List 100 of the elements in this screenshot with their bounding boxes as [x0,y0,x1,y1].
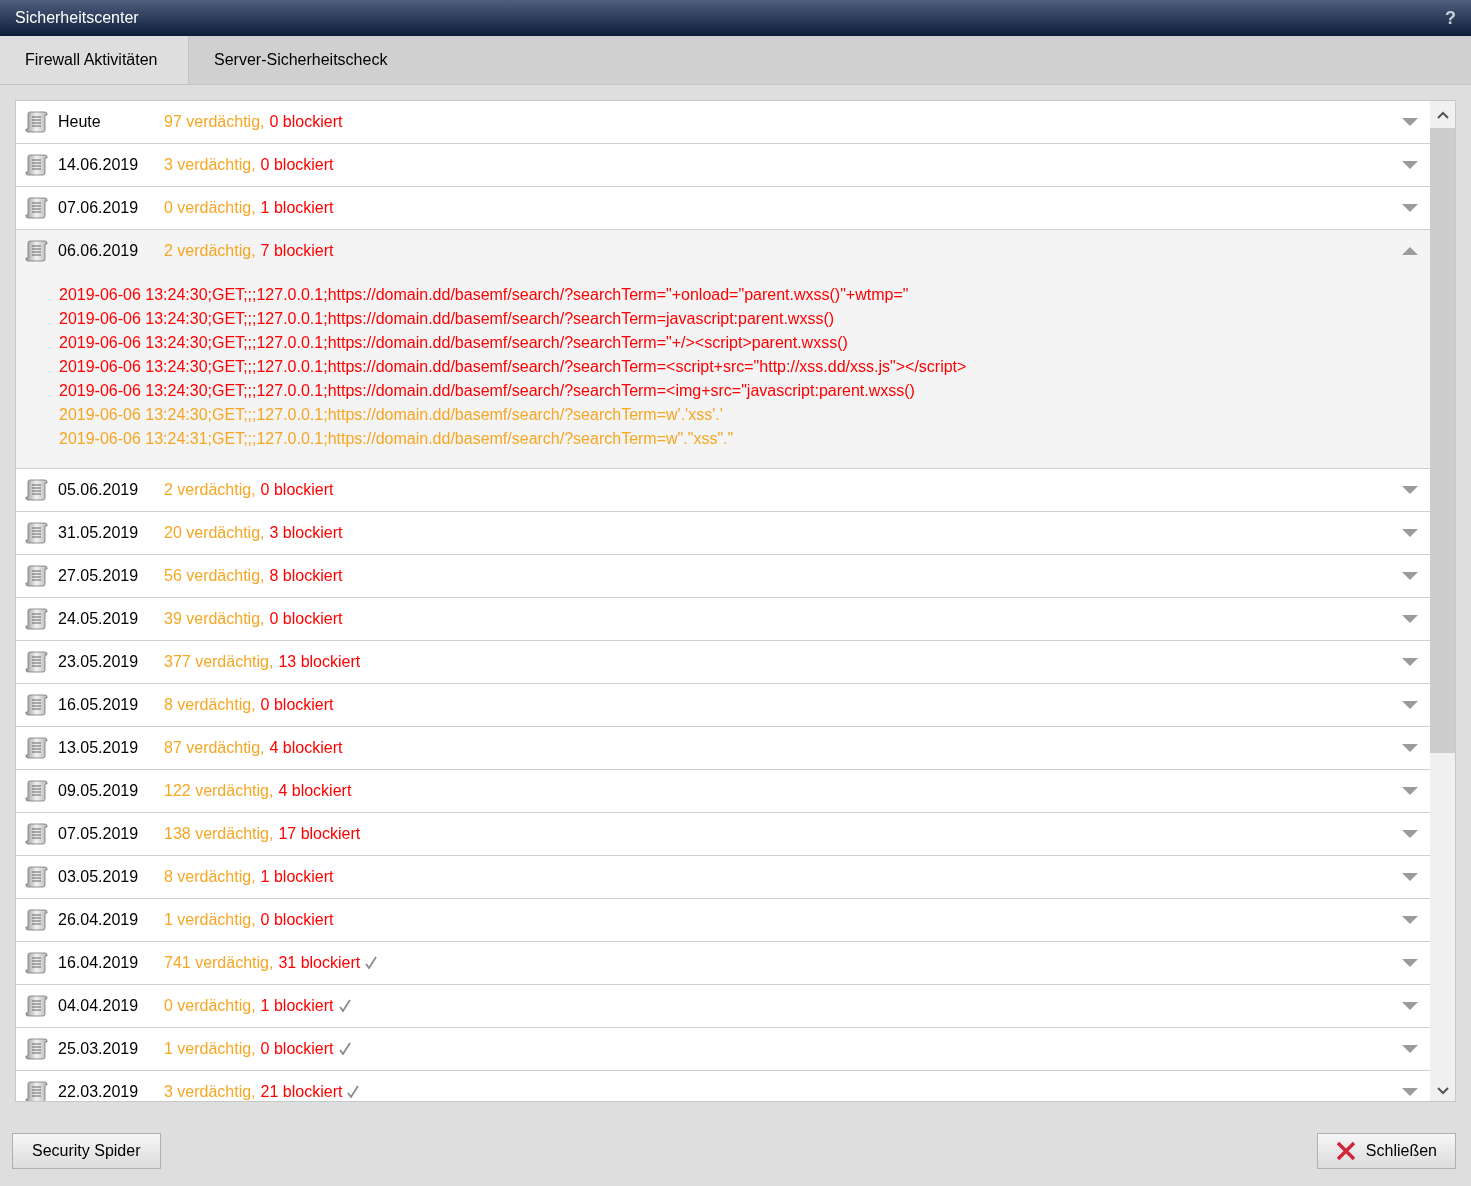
date-label: 07.05.2019 [58,824,140,844]
blocked-count: 0 blockiert [260,155,334,175]
day-row-header[interactable]: 27.05.2019 56 verdächtig, 8 blockiert [16,555,1430,597]
blocked-count: 0 blockiert [260,695,334,715]
suspicious-count: 20 verdächtig, [164,523,265,543]
day-row-header[interactable]: 04.04.2019 0 verdächtig, 1 blockiert [16,985,1430,1027]
expand-arrow-icon[interactable] [1402,744,1418,752]
expand-arrow-icon[interactable] [1402,1002,1418,1010]
scrollbar-thumb[interactable] [1430,128,1455,753]
window-title: Sicherheitscenter [15,8,139,28]
day-row-header[interactable]: 13.05.2019 87 verdächtig, 4 blockiert [16,727,1430,769]
day-row-header[interactable]: 26.04.2019 1 verdächtig, 0 blockiert [16,899,1430,941]
day-row-header[interactable]: 07.06.2019 0 verdächtig, 1 blockiert [16,187,1430,229]
expand-arrow-icon[interactable] [1402,1088,1418,1096]
suspicious-count: 122 verdächtig, [164,781,274,801]
scroll-down-icon[interactable] [1436,1087,1449,1095]
date-label: 25.03.2019 [58,1039,140,1059]
blocked-count: 0 blockiert [260,480,334,500]
close-button[interactable]: Schließen [1316,1133,1456,1169]
date-label: 09.05.2019 [58,781,140,801]
day-row-header[interactable]: 16.05.2019 8 verdächtig, 0 blockiert [16,684,1430,726]
day-row-header[interactable]: 22.03.2019 3 verdächtig, 21 blockiert [16,1071,1430,1101]
expand-arrow-icon[interactable] [1402,161,1418,169]
date-label: 23.05.2019 [58,652,140,672]
log-entry: 2019-06-06 13:24:30;GET;;;127.0.0.1;https://domain.dd/basemf/search/?searchTerm=<script+src="http://xss.dd/xss.js"></script> [59,357,968,377]
scroll-document-icon [25,153,49,177]
expand-arrow-icon[interactable] [1402,658,1418,666]
scroll-document-icon [25,1037,49,1061]
day-row-header[interactable]: 07.05.2019 138 verdächtig, 17 blockiert [16,813,1430,855]
date-label: 07.06.2019 [58,198,140,218]
expand-arrow-icon[interactable] [1402,615,1418,623]
expand-arrow-icon[interactable] [1402,118,1418,126]
scroll-document-icon [25,994,49,1018]
day-row-header[interactable]: 05.06.2019 2 verdächtig, 0 blockiert [16,469,1430,511]
log-entry: 2019-06-06 13:24:30;GET;;;127.0.0.1;https://domain.dd/basemf/search/?searchTerm=javascript:parent.wxss() [59,309,836,329]
suspicious-count: 8 verdächtig, [164,867,256,887]
suspicious-count: 56 verdächtig, [164,566,265,586]
date-label: 26.04.2019 [58,910,140,930]
blocked-count: 0 blockiert [269,112,343,132]
suspicious-count: 2 verdächtig, [164,241,256,261]
suspicious-count: 3 verdächtig, [164,155,256,175]
date-label: 16.04.2019 [58,953,140,973]
suspicious-count: 0 verdächtig, [164,198,256,218]
scroll-document-icon [25,650,49,674]
day-row-header[interactable]: 14.06.2019 3 verdächtig, 0 blockiert [16,144,1430,186]
scroll-document-icon [25,822,49,846]
expand-arrow-icon[interactable] [1402,830,1418,838]
suspicious-count: 0 verdächtig, [164,996,256,1016]
suspicious-count: 1 verdächtig, [164,1039,256,1059]
expand-arrow-icon[interactable] [1402,529,1418,537]
day-row-header[interactable]: Heute 97 verdächtig, 0 blockiert [16,101,1430,143]
log-entry: 2019-06-06 13:24:30;GET;;;127.0.0.1;https://domain.dd/basemf/search/?searchTerm=<img+src="javascript:parent.wxss() [59,381,916,401]
scroll-document-icon [25,693,49,717]
day-row-header[interactable]: 24.05.2019 39 verdächtig, 0 blockiert [16,598,1430,640]
expand-arrow-icon[interactable] [1402,787,1418,795]
scroll-document-icon [25,779,49,803]
date-label: 14.06.2019 [58,155,140,175]
log-entry: 2019-06-06 13:24:30;GET;;;127.0.0.1;https://domain.dd/basemf/search/?searchTerm="+/><script>parent.wxss() [59,333,849,353]
date-label: 31.05.2019 [58,523,140,543]
blocked-count: 4 blockiert [269,738,343,758]
help-button[interactable]: ? [1445,4,1456,32]
security-spider-button[interactable]: Security Spider [12,1133,161,1169]
scroll-up-icon[interactable] [1436,111,1449,119]
day-row-header[interactable]: 06.06.2019 2 verdächtig, 7 blockiert [16,230,1430,272]
expand-arrow-icon[interactable] [1402,204,1418,212]
suspicious-count: 741 verdächtig, [164,953,274,973]
day-row-header[interactable]: 23.05.2019 377 verdächtig, 13 blockiert [16,641,1430,683]
blocked-count: 1 blockiert [260,198,334,218]
suspicious-count: 1 verdächtig, [164,910,256,930]
scrollbar[interactable] [1430,101,1455,1101]
blocked-count: 21 blockiert [260,1082,343,1101]
suspicious-count: 3 verdächtig, [164,1082,256,1101]
day-row-header[interactable]: 31.05.2019 20 verdächtig, 3 blockiert [16,512,1430,554]
scroll-document-icon [25,478,49,502]
expand-arrow-icon[interactable] [1402,959,1418,967]
scroll-document-icon [25,1080,49,1101]
suspicious-count: 97 verdächtig, [164,112,265,132]
collapse-arrow-icon[interactable] [1402,247,1418,255]
scroll-document-icon [25,908,49,932]
expand-arrow-icon[interactable] [1402,1045,1418,1053]
log-entry: 2019-06-06 13:24:31;GET;;;127.0.0.1;https://domain.dd/basemf/search/?searchTerm=w"."xss"." [59,429,735,449]
log-entry: 2019-06-06 13:24:30;GET;;;127.0.0.1;https://domain.dd/basemf/search/?searchTerm=w'.'xss'.' [59,405,724,425]
suspicious-count: 87 verdächtig, [164,738,265,758]
expand-arrow-icon[interactable] [1402,486,1418,494]
expand-arrow-icon[interactable] [1402,572,1418,580]
date-label: 27.05.2019 [58,566,140,586]
tab[interactable]: Firewall Aktivitäten [0,36,189,84]
expand-arrow-icon[interactable] [1402,873,1418,881]
expand-arrow-icon[interactable] [1402,916,1418,924]
scroll-document-icon [25,951,49,975]
day-row-header[interactable]: 25.03.2019 1 verdächtig, 0 blockiert [16,1028,1430,1070]
scroll-document-icon [25,110,49,134]
blocked-count: 13 blockiert [278,652,361,672]
day-row-header[interactable]: 09.05.2019 122 verdächtig, 4 blockiert [16,770,1430,812]
expand-arrow-icon[interactable] [1402,701,1418,709]
scroll-document-icon [25,564,49,588]
date-label: 03.05.2019 [58,867,140,887]
day-row-header[interactable]: 16.04.2019 741 verdächtig, 31 blockiert [16,942,1430,984]
blocked-count: 31 blockiert [278,953,361,973]
day-row-header[interactable]: 03.05.2019 8 verdächtig, 1 blockiert [16,856,1430,898]
